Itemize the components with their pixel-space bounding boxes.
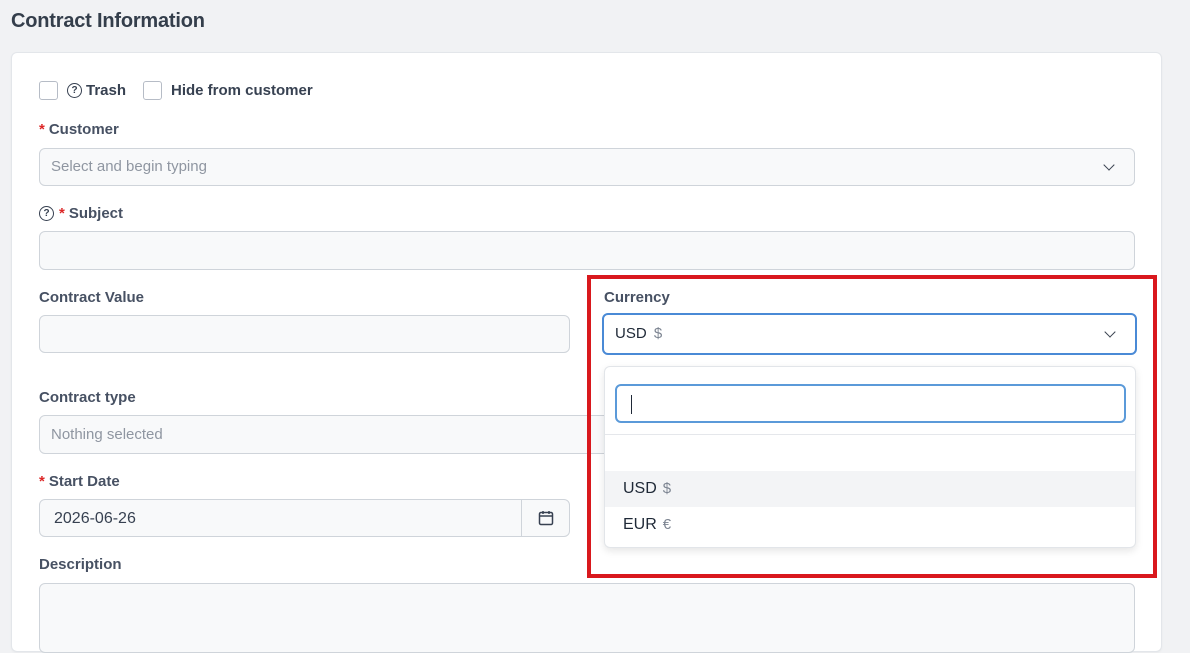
subject-label: * Subject [59, 205, 123, 222]
text-cursor [631, 395, 632, 414]
currency-selected: USD $ [615, 325, 662, 342]
subject-label-text: Subject [68, 205, 124, 222]
option-symbol: $ [662, 480, 672, 497]
help-icon[interactable]: ? [67, 83, 82, 98]
option-code: EUR [623, 516, 657, 533]
customer-label-text: Customer [48, 121, 119, 138]
hide-from-customer-label[interactable]: Hide from customer [171, 82, 313, 99]
currency-selected-symbol: $ [653, 325, 663, 342]
option-label: EUR € [623, 516, 671, 534]
currency-select[interactable]: USD $ [602, 313, 1137, 355]
contract-value-input[interactable] [39, 315, 570, 353]
subject-input[interactable] [39, 231, 1135, 270]
customer-placeholder: Select and begin typing [51, 158, 207, 175]
calendar-icon [538, 511, 554, 526]
trash-checkbox[interactable] [39, 81, 58, 100]
currency-option-eur[interactable]: EUR € [605, 507, 1135, 543]
chevron-down-icon [1103, 159, 1115, 171]
option-code: USD [623, 480, 657, 497]
divider [605, 434, 1135, 435]
start-date-label-text: Start Date [48, 473, 120, 490]
required-mark: * [39, 121, 45, 138]
help-icon[interactable]: ? [39, 206, 54, 221]
start-date-label: * Start Date [39, 473, 120, 490]
description-label: Description [39, 556, 122, 573]
contract-type-label: Contract type [39, 389, 136, 406]
chevron-down-icon [1104, 326, 1116, 338]
page-title: Contract Information [11, 10, 205, 32]
option-symbol: € [662, 516, 672, 533]
hide-from-customer-checkbox[interactable] [143, 81, 162, 100]
currency-dropdown: USD $ EUR € [604, 366, 1136, 548]
currency-search-input[interactable] [615, 384, 1126, 423]
description-textarea[interactable] [39, 583, 1135, 653]
start-date-field: 2026-06-26 [39, 499, 570, 537]
currency-option-usd[interactable]: USD $ [605, 471, 1135, 507]
customer-select[interactable]: Select and begin typing [39, 148, 1135, 186]
required-mark: * [59, 205, 65, 222]
calendar-button[interactable] [522, 500, 570, 536]
contract-type-placeholder: Nothing selected [51, 426, 163, 443]
trash-label[interactable]: Trash [86, 82, 126, 99]
currency-label: Currency [604, 289, 670, 306]
option-label: USD $ [623, 480, 671, 498]
customer-label: * Customer [39, 121, 119, 138]
currency-selected-code: USD [615, 325, 647, 342]
start-date-input[interactable]: 2026-06-26 [54, 510, 136, 528]
required-mark: * [39, 473, 45, 490]
contract-value-label: Contract Value [39, 289, 145, 306]
